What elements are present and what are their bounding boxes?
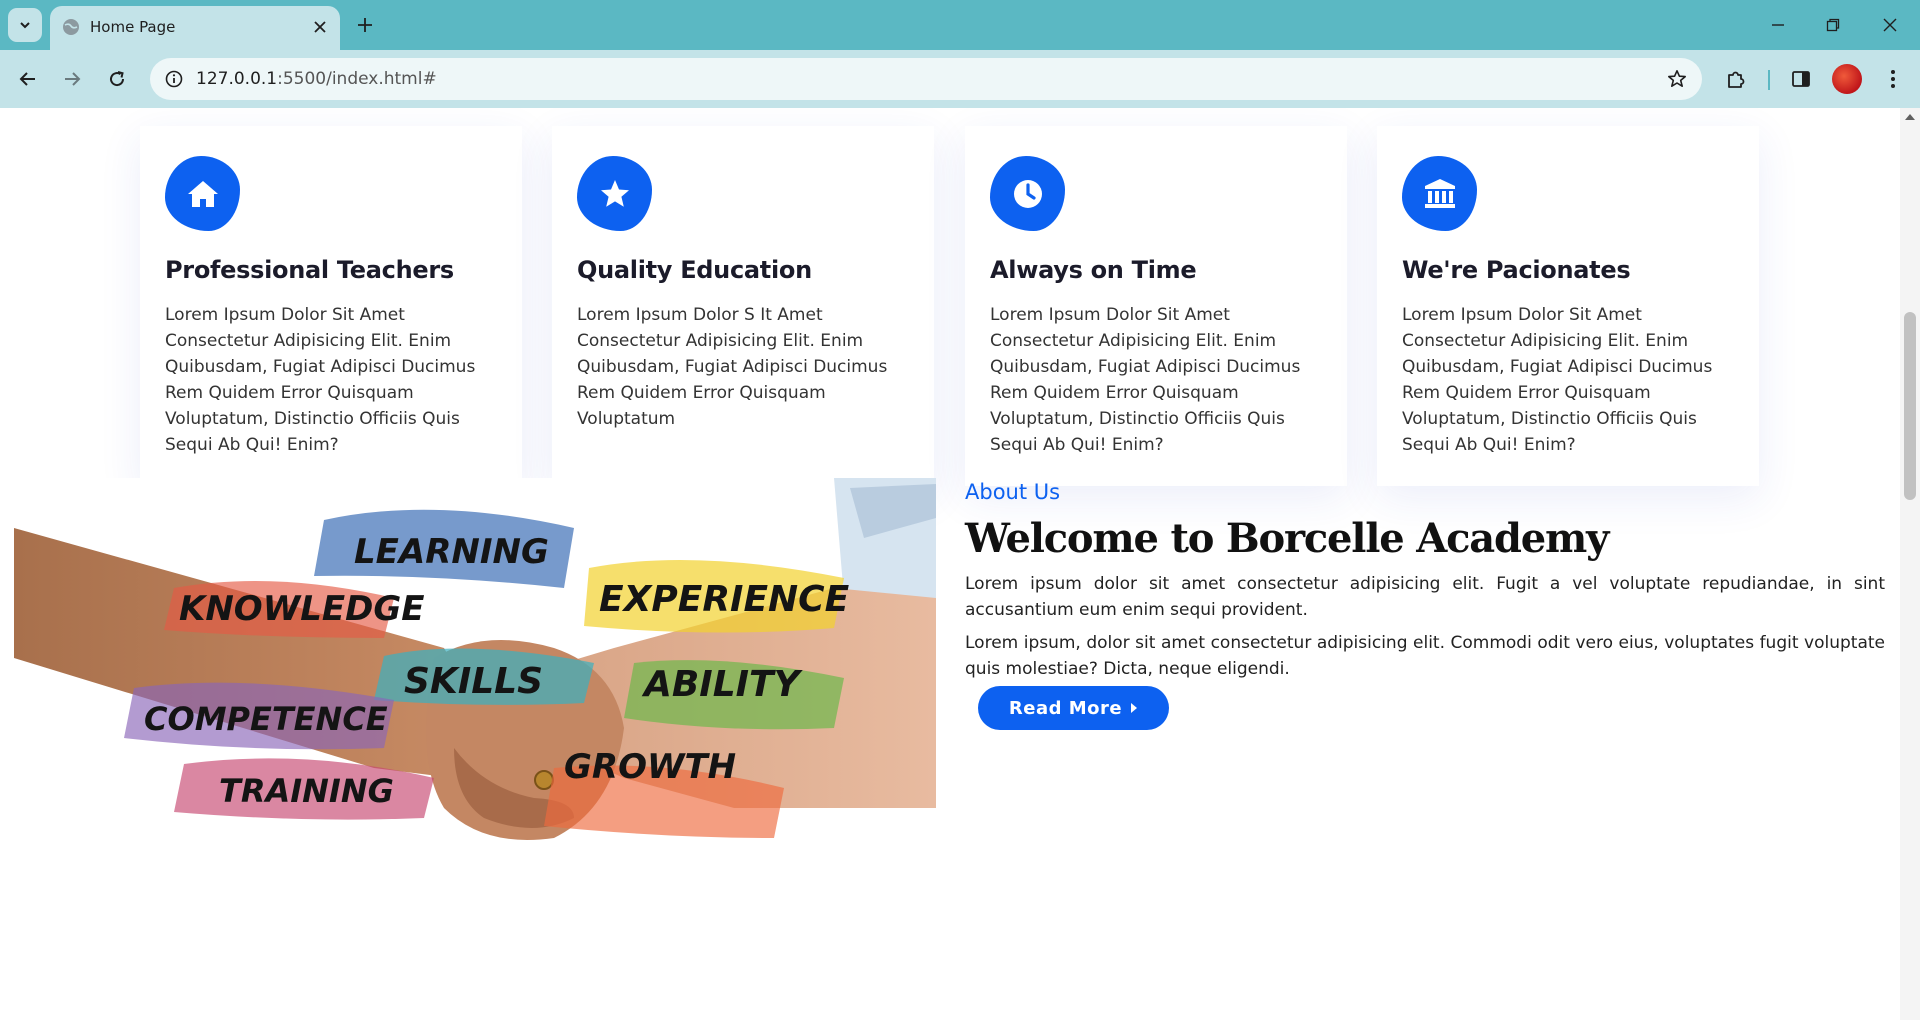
read-more-label: Read More	[1008, 697, 1123, 719]
feature-text: Lorem Ipsum Dolor S It Amet Consectetur …	[577, 305, 888, 429]
feature-title: Always on Time	[990, 256, 1197, 284]
more-vertical-icon	[1891, 70, 1895, 88]
read-more-button[interactable]: Read More	[978, 686, 1169, 730]
extensions-button[interactable]	[1720, 63, 1752, 95]
feature-icon-badge	[165, 156, 240, 231]
bank-icon	[1424, 178, 1455, 208]
word-competence: COMPETENCE	[144, 700, 388, 738]
url-host: 127.0.0.1	[196, 69, 278, 89]
browser-menu-button[interactable]	[1877, 63, 1909, 95]
feature-icon-badge	[577, 156, 652, 231]
minimize-button[interactable]	[1760, 10, 1796, 40]
profile-avatar[interactable]	[1832, 64, 1862, 94]
feature-card: Quality Education Lorem Ipsum Dolor S It…	[552, 126, 934, 486]
about-paragraph: Lorem ipsum, dolor sit amet consectetur …	[965, 633, 1885, 679]
tab-title: Home Page	[90, 18, 176, 36]
about-kicker: About Us	[965, 480, 1061, 504]
word-growth: GROWTH	[564, 747, 736, 787]
chevron-down-icon	[20, 22, 30, 29]
tab-search-button[interactable]	[8, 8, 42, 42]
about-title: Welcome to Borcelle Academy	[965, 515, 1609, 562]
restore-icon	[1826, 18, 1840, 32]
forward-button[interactable]	[56, 63, 88, 95]
feature-icon-badge	[1402, 156, 1477, 231]
word-learning: LEARNING	[354, 532, 549, 572]
about-paragraph: Lorem ipsum dolor sit amet consectetur a…	[965, 574, 1885, 620]
word-skills: SKILLS	[404, 661, 543, 702]
close-tab-button[interactable]	[310, 17, 330, 37]
feature-title: Professional Teachers	[165, 256, 454, 284]
bookmark-button[interactable]	[1664, 66, 1690, 92]
close-icon	[1883, 18, 1897, 32]
back-button[interactable]	[12, 63, 44, 95]
word-training: TRAINING	[219, 772, 394, 810]
browser-tab[interactable]: Home Page	[50, 6, 340, 50]
toolbar-separator	[1768, 70, 1770, 90]
clock-icon	[1013, 179, 1042, 208]
feature-card: Professional Teachers Lorem Ipsum Dolor …	[140, 126, 522, 486]
close-icon	[314, 21, 326, 33]
new-tab-button[interactable]	[352, 12, 378, 38]
feature-card: We're Pacionates Lorem Ipsum Dolor Sit A…	[1377, 126, 1759, 486]
site-info-button[interactable]	[158, 63, 190, 95]
page-scrollbar[interactable]	[1900, 108, 1920, 1020]
puzzle-icon	[1728, 71, 1745, 88]
feature-title: Quality Education	[577, 256, 812, 284]
word-experience: EXPERIENCE	[599, 579, 850, 620]
globe-icon	[63, 19, 79, 35]
reload-icon	[110, 71, 125, 87]
arrow-right-icon	[65, 72, 81, 86]
address-bar[interactable]: 127.0.0.1:5500/index.html#	[150, 58, 1702, 100]
feature-text: Lorem Ipsum Dolor Sit Amet Consectetur A…	[165, 305, 476, 455]
side-panel-button[interactable]	[1785, 63, 1817, 95]
star-outline-icon	[1668, 70, 1686, 87]
word-knowledge: KNOWLEDGE	[179, 589, 424, 629]
side-panel-icon	[1792, 71, 1810, 87]
caret-right-icon	[1131, 703, 1138, 713]
star-icon	[600, 179, 629, 207]
minimize-icon	[1772, 24, 1784, 26]
plus-icon	[358, 18, 372, 32]
scroll-up-arrow[interactable]	[1905, 114, 1915, 120]
handshake-illustration: LEARNING KNOWLEDGE EXPERIENCE SKILLS ABI…	[14, 478, 936, 840]
browser-toolbar: 127.0.0.1:5500/index.html#	[0, 50, 1920, 108]
feature-icon-badge	[990, 156, 1065, 231]
about-image: LEARNING KNOWLEDGE EXPERIENCE SKILLS ABI…	[14, 478, 936, 912]
reload-button[interactable]	[101, 63, 133, 95]
feature-card: Always on Time Lorem Ipsum Dolor Sit Ame…	[965, 126, 1347, 486]
page-viewport: Professional Teachers Lorem Ipsum Dolor …	[0, 108, 1900, 1020]
home-icon	[187, 180, 218, 207]
scroll-thumb[interactable]	[1904, 312, 1916, 500]
url-text: 127.0.0.1:5500/index.html#	[196, 69, 437, 89]
info-icon	[165, 70, 183, 88]
feature-title: We're Pacionates	[1402, 256, 1631, 284]
feature-text: Lorem Ipsum Dolor Sit Amet Consectetur A…	[990, 305, 1301, 455]
browser-titlebar: Home Page	[0, 0, 1920, 50]
close-window-button[interactable]	[1872, 10, 1908, 40]
feature-text: Lorem Ipsum Dolor Sit Amet Consectetur A…	[1402, 305, 1713, 455]
url-path: :5500/index.html#	[277, 69, 437, 89]
restore-button[interactable]	[1815, 10, 1851, 40]
word-ability: ABILITY	[641, 664, 804, 705]
arrow-left-icon	[19, 72, 35, 86]
